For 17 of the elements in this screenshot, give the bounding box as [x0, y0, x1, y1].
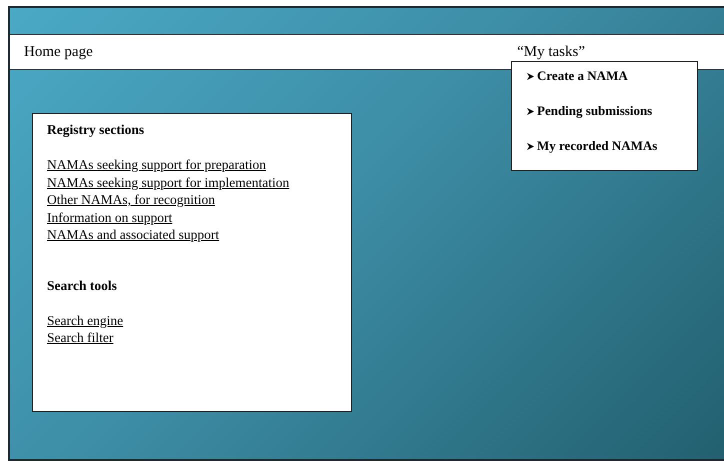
my-tasks-link[interactable]: “My tasks”	[517, 44, 585, 60]
menu-item[interactable]: Create a NAMA	[537, 68, 628, 84]
arrow-icon	[526, 106, 535, 116]
section-link[interactable]: NAMAs and associated support	[47, 226, 220, 244]
menu-item[interactable]: My recorded NAMAs	[537, 138, 658, 154]
arrow-icon	[526, 142, 535, 150]
section-link[interactable]: NAMAs seeking support for preparation	[47, 156, 266, 174]
menu-item[interactable]: Pending submissions	[537, 103, 652, 119]
section-link[interactable]: NAMAs seeking support for implementation	[47, 174, 290, 191]
section-link[interactable]: Other NAMAs, for recognition	[47, 191, 215, 208]
home-link[interactable]: Home page	[24, 44, 93, 60]
section-heading: Search tools	[47, 278, 118, 294]
arrow-icon	[526, 72, 535, 80]
search-link[interactable]: Search engine	[47, 312, 124, 329]
search-link[interactable]: Search filter	[47, 329, 114, 346]
section-link[interactable]: Information on support	[47, 208, 172, 226]
section-heading: Registry sections	[47, 122, 146, 138]
